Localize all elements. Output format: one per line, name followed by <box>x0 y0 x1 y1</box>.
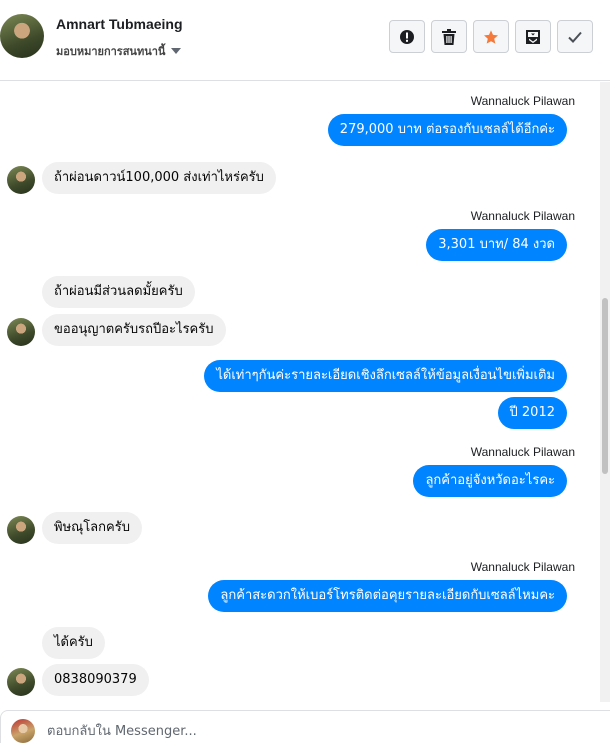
contact-avatar-small[interactable] <box>7 166 35 194</box>
incoming-message[interactable]: ขออนุญาตครับรถปีอะไรครับ <box>42 314 226 346</box>
outgoing-message[interactable]: ลูกค้าอยู่จังหวัดอะไรคะ <box>413 465 567 497</box>
trash-icon <box>442 28 456 45</box>
contact-avatar[interactable] <box>0 14 44 58</box>
outgoing-message[interactable]: ได้เท่าๆกันค่ะรายละเอียดเชิงลึกเซลล์ให้ข… <box>204 360 567 392</box>
message-thread[interactable]: Wannaluck Pilawan 279,000 บาท ต่อรองกับเ… <box>0 82 600 702</box>
contact-name[interactable]: Amnart Tubmaeing <box>56 16 183 32</box>
incoming-message[interactable]: พิษณุโลกครับ <box>42 512 142 544</box>
assign-conversation-dropdown[interactable]: มอบหมายการสนทนานี้ <box>56 42 182 60</box>
outgoing-message[interactable]: ลูกค้าสะดวกให้เบอร์โทรติดต่อคุยรายละเอีย… <box>208 580 567 612</box>
conversation-header: Amnart Tubmaeing มอบหมายการสนทนานี้ <box>0 0 610 81</box>
delete-button[interactable] <box>431 20 467 53</box>
outgoing-message[interactable]: 3,301 บาท/ 84 งวด <box>426 229 567 261</box>
sender-name: Wannaluck Pilawan <box>470 560 575 574</box>
reply-composer <box>0 710 610 743</box>
page-avatar <box>11 719 35 743</box>
sender-name: Wannaluck Pilawan <box>470 209 575 223</box>
sender-name: Wannaluck Pilawan <box>470 445 575 459</box>
exclamation-icon <box>400 29 414 44</box>
incoming-message[interactable]: ได้ครับ <box>42 627 105 659</box>
archive-icon <box>526 29 540 44</box>
thread-scrollbar[interactable] <box>600 82 610 702</box>
contact-avatar-small[interactable] <box>7 318 35 346</box>
scrollbar-thumb[interactable] <box>602 298 608 474</box>
star-button[interactable] <box>473 20 509 53</box>
conversation-toolbar <box>389 20 593 53</box>
sender-name: Wannaluck Pilawan <box>470 94 575 108</box>
incoming-message[interactable]: ถ้าผ่อนดาวน์100,000 ส่งเท่าไหร่ครับ <box>42 162 276 194</box>
outgoing-message[interactable]: 279,000 บาท ต่อรองกับเซลล์ได้อีกค่ะ <box>327 114 567 146</box>
assign-label: มอบหมายการสนทนานี้ <box>56 45 166 58</box>
done-button[interactable] <box>557 20 593 53</box>
caret-down-icon <box>171 48 182 54</box>
contact-avatar-small[interactable] <box>7 668 35 696</box>
check-icon <box>568 31 582 43</box>
incoming-message[interactable]: ถ้าผ่อนมีส่วนลดมั้ยครับ <box>42 276 195 308</box>
incoming-message[interactable]: 0838090379 <box>42 664 149 696</box>
contact-avatar-small[interactable] <box>7 516 35 544</box>
outgoing-message[interactable]: ปี 2012 <box>497 397 567 429</box>
spam-button[interactable] <box>389 20 425 53</box>
archive-button[interactable] <box>515 20 551 53</box>
reply-input[interactable] <box>45 719 589 743</box>
star-icon <box>484 29 498 44</box>
